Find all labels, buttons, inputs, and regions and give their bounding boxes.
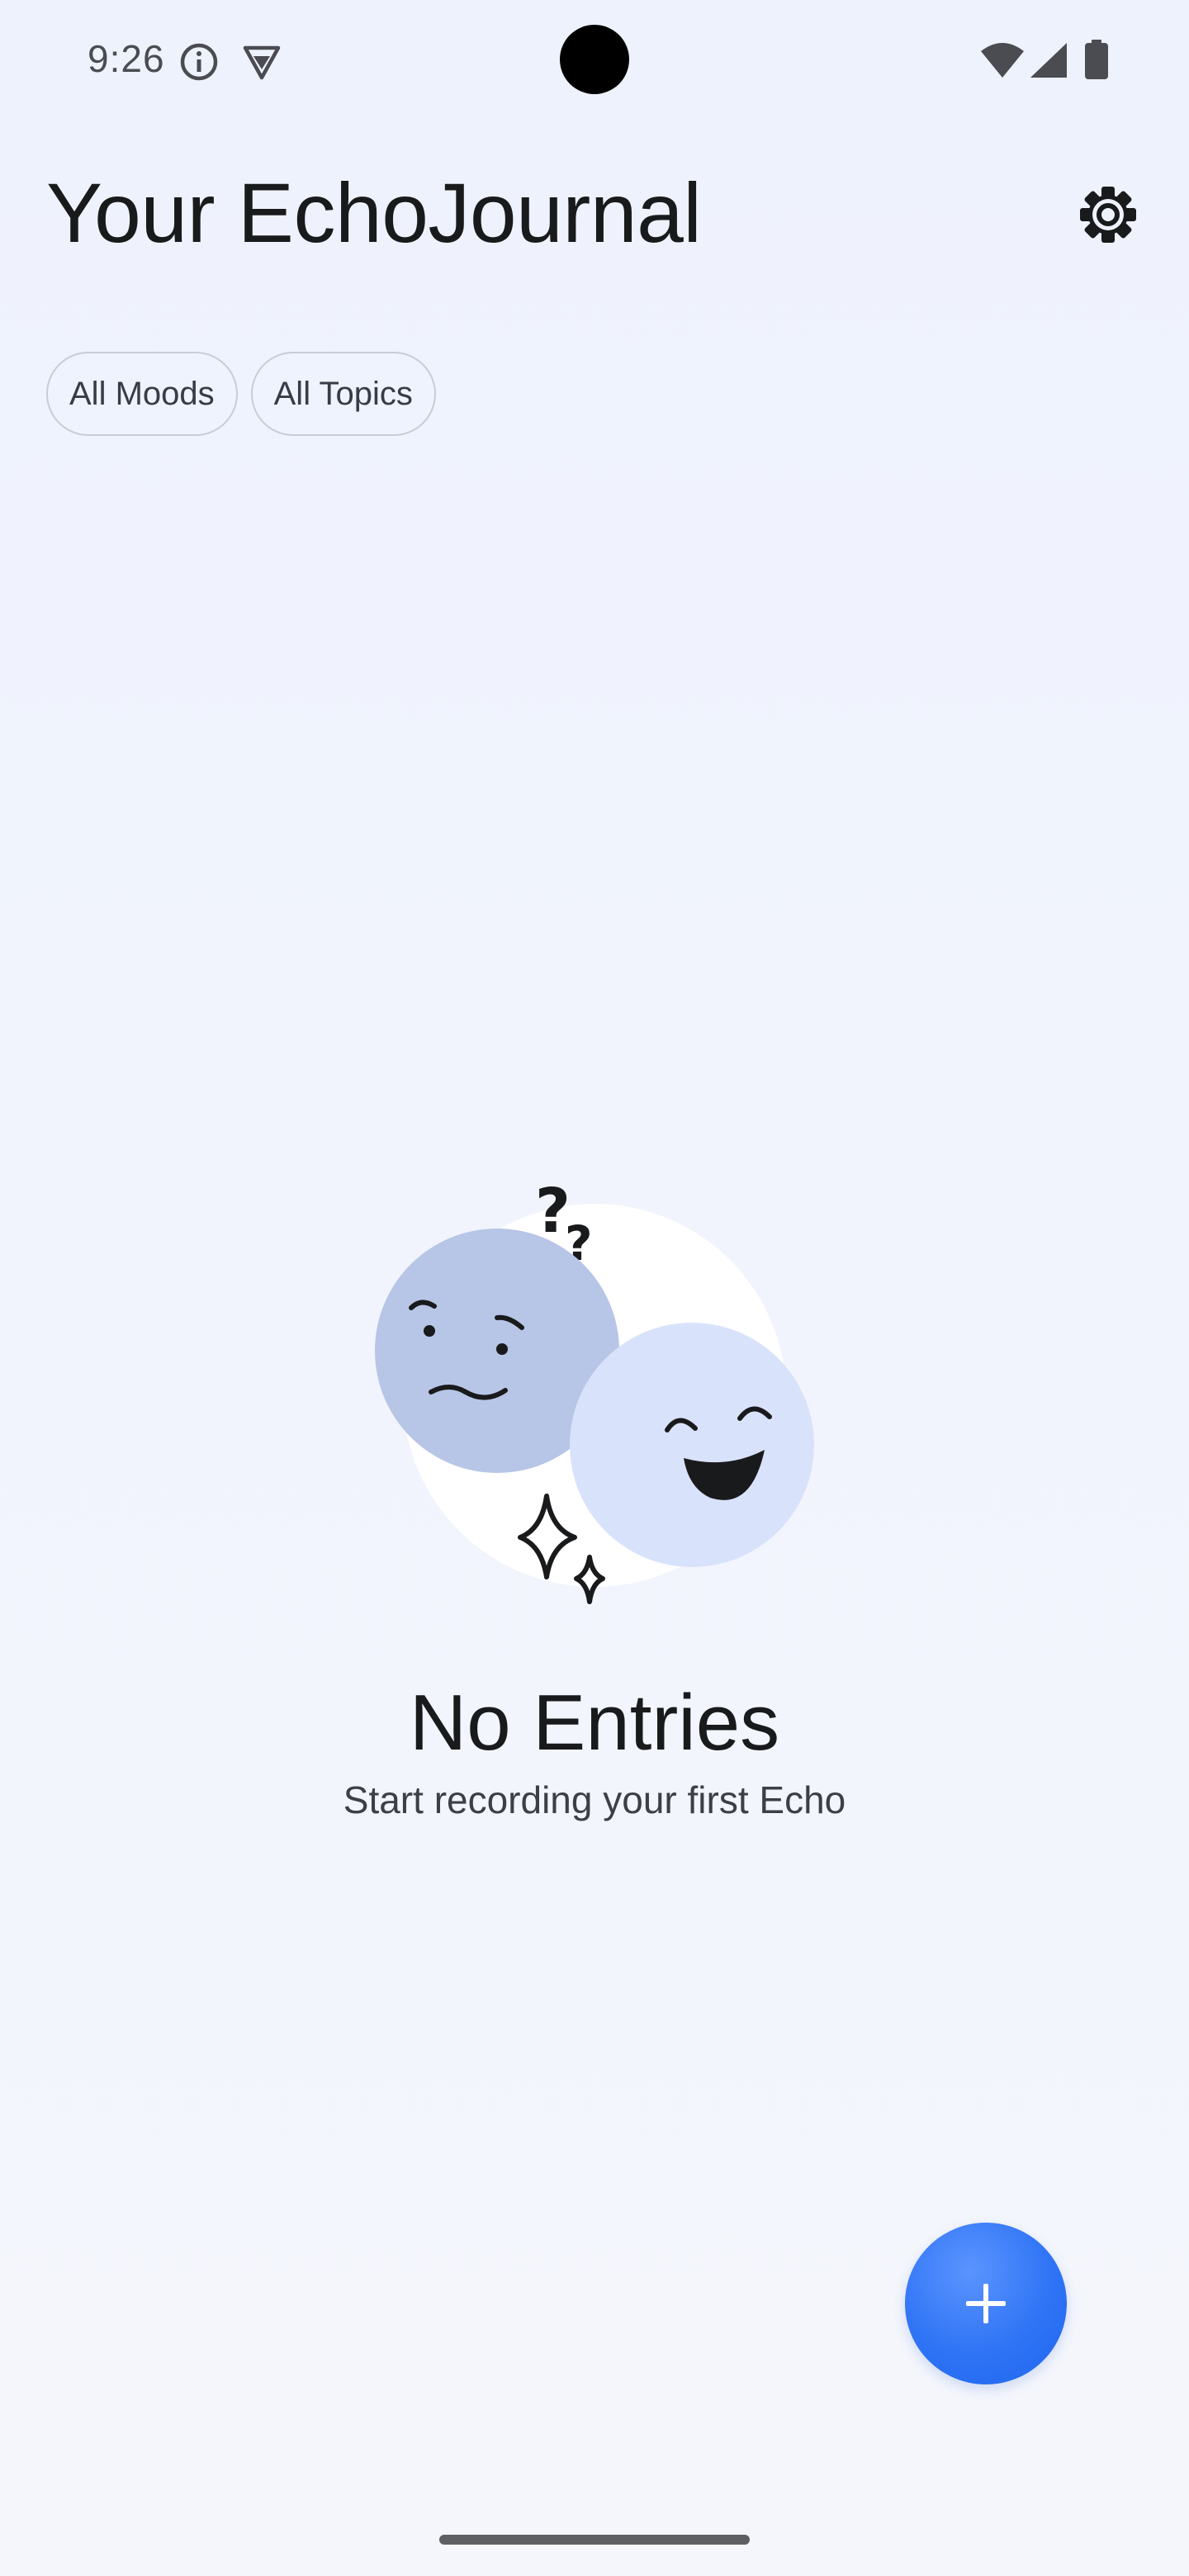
status-bar: 9:26	[0, 0, 1189, 116]
add-entry-button[interactable]	[905, 2223, 1067, 2384]
vpn-shield-icon	[243, 45, 281, 80]
plus-icon	[966, 2284, 1006, 2323]
settings-button[interactable]	[1073, 180, 1143, 249]
all-moods-label: All Moods	[69, 375, 215, 412]
filter-chips: All Moods All Topics	[46, 352, 436, 436]
status-time: 9:26	[88, 37, 165, 80]
battery-icon	[1085, 40, 1108, 79]
happy-face-icon	[570, 1323, 814, 1567]
all-topics-label: All Topics	[273, 375, 413, 412]
cell-signal-icon	[1030, 43, 1067, 78]
camera-cutout	[560, 25, 629, 94]
empty-state-subtitle: Start recording your first Echo	[343, 1778, 846, 1821]
wifi-icon	[981, 43, 1024, 78]
home-indicator[interactable]	[439, 2535, 750, 2545]
page-title: Your EchoJournal	[46, 166, 702, 260]
all-topics-chip[interactable]: All Topics	[250, 352, 436, 436]
all-moods-chip[interactable]: All Moods	[46, 352, 238, 436]
empty-state-title: No Entries	[409, 1679, 780, 1767]
mood-faces-illustration: ? ?	[375, 1176, 814, 1604]
gear-icon	[1080, 187, 1136, 243]
info-icon	[180, 43, 218, 81]
